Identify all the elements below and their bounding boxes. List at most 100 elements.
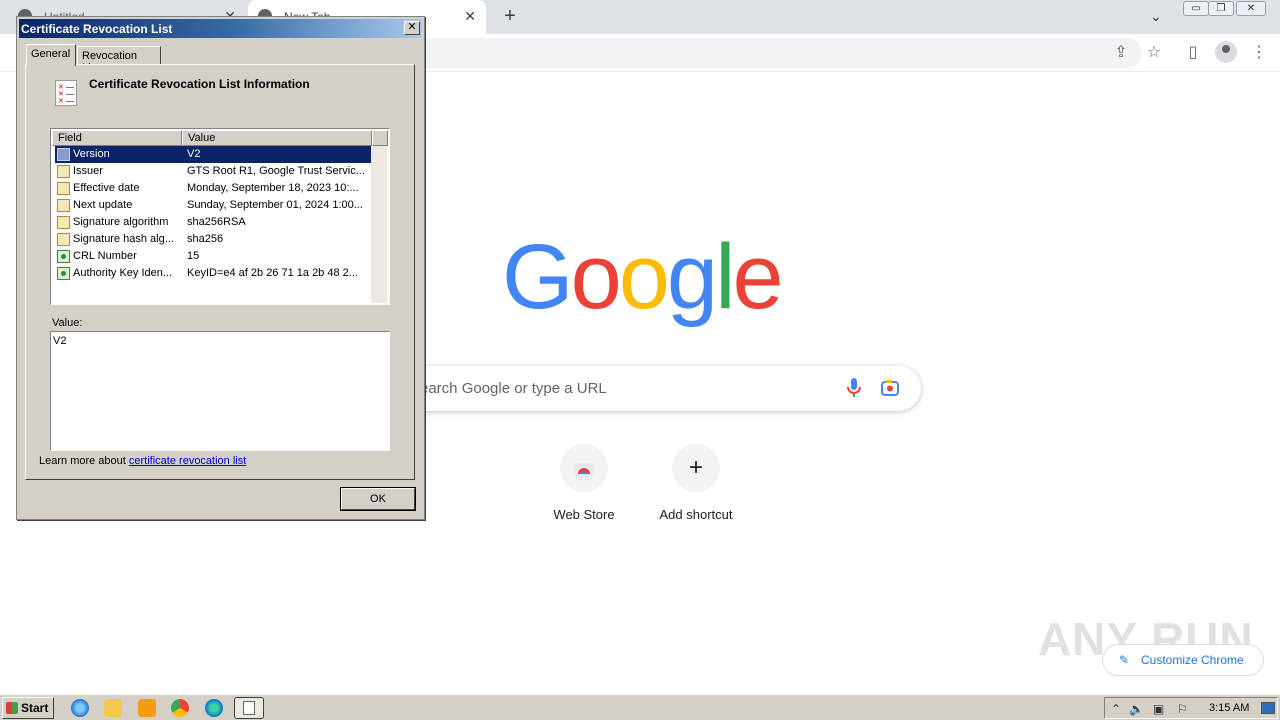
row-field: Version	[73, 148, 110, 160]
camera-lens-icon[interactable]	[880, 378, 900, 398]
tab-revocation-list[interactable]: Revocation List	[77, 46, 161, 74]
shortcut-add[interactable]: + Add shortcut	[641, 444, 751, 522]
clock: 3:15 AM	[1209, 702, 1250, 714]
logo-letter: o	[570, 226, 622, 328]
table-row[interactable]: Authority Key Iden... KeyID=e4 af 2b 26 7…	[55, 265, 373, 282]
row-field: Effective date	[73, 182, 140, 194]
info-heading: Certificate Revocation List Information	[89, 77, 310, 91]
speaker-icon[interactable]: 🔈	[1129, 702, 1144, 716]
property-icon	[57, 199, 70, 212]
row-value: V2	[187, 148, 201, 160]
table-row[interactable]: CRL Number 15	[55, 248, 373, 265]
tab-general[interactable]: General	[26, 44, 76, 66]
extension-icon	[57, 267, 70, 280]
search-placeholder: earch Google or type a URL	[420, 380, 607, 397]
row-value: GTS Root R1, Google Trust Servic...	[187, 165, 365, 177]
learn-more-prefix: Learn more about	[39, 455, 126, 467]
row-field: Next update	[73, 199, 133, 211]
shortcut-label: Add shortcut	[659, 507, 733, 522]
new-tab-button[interactable]: +	[498, 4, 522, 28]
property-icon	[57, 165, 70, 178]
start-label: Start	[21, 701, 49, 715]
dialog-title: Certificate Revocation List	[21, 22, 173, 36]
chevron-down-icon[interactable]: ⌄	[1150, 8, 1162, 25]
logo-letter: e	[732, 226, 784, 328]
document-icon	[243, 701, 255, 715]
row-field: CRL Number	[73, 250, 137, 262]
pencil-icon: ✎	[1119, 653, 1130, 667]
property-icon	[57, 233, 70, 246]
customize-chrome-button[interactable]: ✎ Customize Chrome	[1102, 644, 1264, 676]
row-field: Signature hash alg...	[73, 233, 174, 245]
side-panel-icon[interactable]: ▯	[1182, 42, 1204, 64]
learn-more-text: Learn more about certificate revocation …	[39, 455, 246, 467]
table-row[interactable]: Issuer GTS Root R1, Google Trust Servic..…	[55, 163, 373, 180]
system-tray: ⌃ 🔈 ▣ ⚐ 3:15 AM	[1104, 697, 1278, 719]
shortcut-label: Web Store	[553, 507, 615, 522]
file-explorer-icon[interactable]	[104, 699, 122, 717]
row-value: Monday, September 18, 2023 10:...	[187, 182, 359, 194]
logo-letter: G	[502, 226, 574, 328]
taskbar: Start ⌃ 🔈 ▣ ⚐ 3:15 AM	[0, 694, 1280, 720]
extension-icon	[57, 250, 70, 263]
chrome-icon[interactable]	[171, 699, 189, 717]
internet-explorer-icon[interactable]	[71, 699, 89, 717]
value-textbox[interactable]: V2	[50, 331, 390, 451]
row-value: KeyID=e4 af 2b 26 71 1a 2b 48 2...	[187, 267, 358, 279]
row-value: sha256	[187, 233, 224, 245]
row-value: 15	[187, 250, 200, 262]
row-value: sha256RSA	[187, 216, 246, 228]
start-button[interactable]: Start	[2, 697, 54, 719]
crl-document-icon: ✕ ✕ ✕	[55, 80, 77, 106]
minimize-button[interactable]: ▭	[1183, 1, 1209, 16]
row-value: Sunday, September 01, 2024 1:00...	[187, 199, 363, 211]
web-store-icon	[560, 444, 608, 492]
dialog-titlebar[interactable]: Certificate Revocation List ✕	[19, 19, 422, 38]
table-row[interactable]: Signature algorithm sha256RSA	[55, 214, 373, 231]
column-header-value[interactable]: Value	[182, 130, 372, 146]
chevron-up-icon[interactable]: ⌃	[1111, 702, 1121, 716]
window-close-button[interactable]: ✕	[1236, 1, 1266, 16]
logo-letter: l	[715, 226, 736, 328]
value-label: Value:	[52, 317, 83, 329]
profile-avatar-icon[interactable]	[1215, 41, 1237, 63]
property-icon	[57, 216, 70, 229]
bookmark-star-icon[interactable]: ☆	[1143, 42, 1165, 64]
list-header: Field Value	[52, 130, 388, 146]
field-list[interactable]: Field Value Version V2 Issuer GTS Root R1, …	[50, 128, 390, 305]
row-field: Issuer	[73, 165, 103, 177]
maximize-button[interactable]: ❐	[1208, 1, 1234, 16]
network-icon[interactable]: ▣	[1153, 702, 1164, 716]
menu-icon[interactable]: ⋮	[1248, 42, 1270, 64]
flag-icon[interactable]: ⚐	[1177, 702, 1188, 716]
close-icon[interactable]: ✕	[404, 21, 420, 35]
media-player-icon[interactable]	[138, 699, 156, 717]
customize-label: Customize Chrome	[1141, 653, 1244, 667]
table-row[interactable]: Version V2	[55, 146, 373, 163]
table-row[interactable]: Signature hash alg... sha256	[55, 231, 373, 248]
show-desktop-icon[interactable]	[1261, 702, 1275, 714]
certificate-window-task[interactable]	[234, 697, 264, 719]
plus-icon: +	[672, 444, 720, 492]
logo-letter: o	[618, 226, 670, 328]
ok-button[interactable]: OK	[340, 487, 416, 511]
learn-more-link[interactable]: certificate revocation list	[129, 455, 246, 467]
microphone-icon[interactable]	[846, 377, 862, 399]
google-logo: Google	[502, 222, 784, 332]
table-row[interactable]: Next update Sunday, September 01, 2024 1:…	[55, 197, 373, 214]
row-field: Signature algorithm	[73, 216, 169, 228]
table-row[interactable]: Effective date Monday, September 18, 2023…	[55, 180, 373, 197]
share-icon[interactable]: ⇪	[1110, 42, 1132, 64]
property-icon	[57, 148, 70, 161]
row-field: Authority Key Iden...	[73, 267, 173, 279]
windows-flag-icon	[6, 702, 18, 714]
close-tab-icon[interactable]: ✕	[464, 8, 476, 25]
column-header-filler	[372, 130, 388, 146]
logo-letter: g	[666, 226, 718, 328]
edge-icon[interactable]	[205, 699, 223, 717]
scrollbar[interactable]	[371, 146, 387, 303]
search-input[interactable]: earch Google or type a URL	[400, 366, 921, 411]
shortcut-web-store[interactable]: Web Store	[529, 444, 639, 522]
column-header-field[interactable]: Field	[52, 130, 182, 146]
property-icon	[57, 182, 70, 195]
